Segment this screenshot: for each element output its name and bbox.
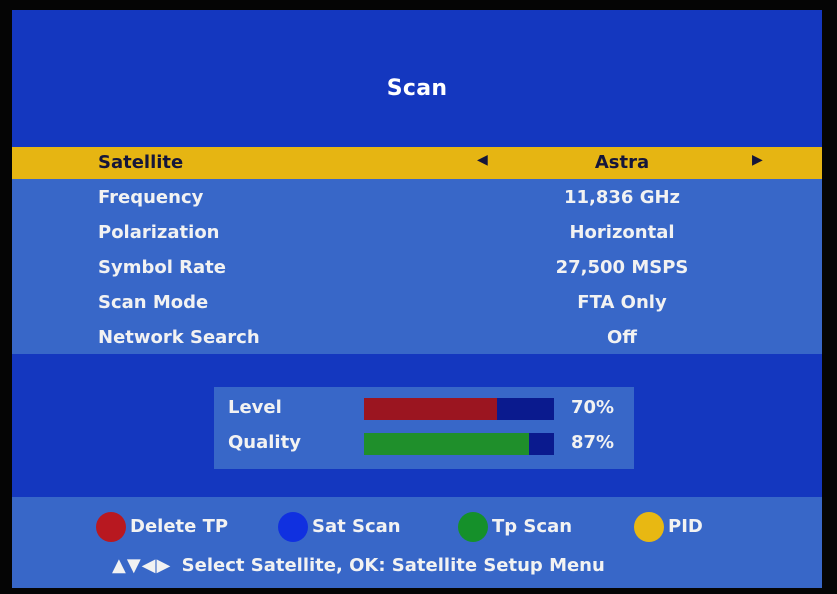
scan-settings-menu: Satellite ◀ Astra ▶ Frequency 11,836 GHz…	[12, 147, 822, 354]
menu-row-label: Scan Mode	[98, 292, 209, 313]
level-bar-fill	[364, 398, 497, 420]
menu-row-satellite[interactable]: Satellite ◀ Astra ▶	[12, 147, 822, 179]
quality-value: 87%	[571, 432, 615, 453]
menu-row-label: Polarization	[98, 222, 220, 243]
key-label: Sat Scan	[312, 516, 401, 537]
menu-row-label: Satellite	[98, 152, 184, 173]
key-label: Delete TP	[130, 516, 229, 537]
navigation-arrows-icon: ▲▼◀▶	[112, 555, 172, 576]
quality-bar-fill	[364, 433, 530, 455]
key-label: Tp Scan	[492, 516, 573, 537]
menu-row-network-search[interactable]: Network Search Off	[12, 322, 822, 354]
menu-row-label: Network Search	[98, 327, 260, 348]
yellow-button-icon	[634, 512, 664, 542]
red-button-icon	[96, 512, 126, 542]
navigation-hint: ▲▼◀▶ Select Satellite, OK: Satellite Set…	[112, 555, 605, 576]
left-arrow-icon[interactable]: ◀	[477, 152, 488, 168]
menu-row-value: 11,836 GHz	[563, 187, 681, 208]
menu-row-value: Off	[607, 327, 637, 348]
menu-row-label: Frequency	[98, 187, 204, 208]
signal-panel: Level 70% Quality 87%	[214, 387, 634, 469]
menu-row-value: FTA Only	[577, 292, 667, 313]
menu-row-polarization[interactable]: Polarization Horizontal	[12, 217, 822, 249]
menu-row-label: Symbol Rate	[98, 257, 226, 278]
level-label: Level	[228, 397, 282, 418]
key-label: PID	[668, 516, 703, 537]
footer-bar: Delete TP Sat Scan Tp Scan PID ▲▼◀▶ Sele…	[12, 497, 822, 588]
page-title: Scan	[386, 76, 448, 101]
green-button-icon	[458, 512, 488, 542]
level-value: 70%	[571, 397, 615, 418]
blue-button-icon	[278, 512, 308, 542]
menu-row-symbol-rate[interactable]: Symbol Rate 27,500 MSPS	[12, 252, 822, 284]
menu-row-value: Astra	[594, 152, 650, 173]
hint-text: Select Satellite, OK: Satellite Setup Me…	[181, 555, 605, 576]
menu-row-scan-mode[interactable]: Scan Mode FTA Only	[12, 287, 822, 319]
scan-screen: Scan Satellite ◀ Astra ▶ Frequency 11,83…	[12, 10, 822, 588]
menu-row-value: 27,500 MSPS	[555, 257, 689, 278]
quality-bar	[364, 433, 554, 455]
menu-row-frequency[interactable]: Frequency 11,836 GHz	[12, 182, 822, 214]
right-arrow-icon[interactable]: ▶	[752, 152, 763, 168]
menu-row-value: Horizontal	[569, 222, 675, 243]
quality-label: Quality	[228, 432, 301, 453]
level-bar	[364, 398, 554, 420]
